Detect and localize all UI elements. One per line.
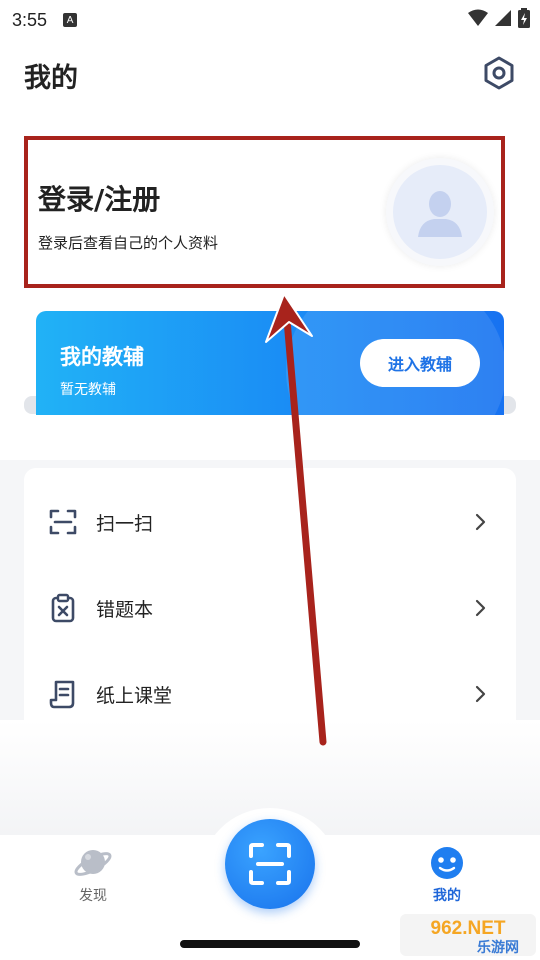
nav-label-mine: 我的 xyxy=(433,888,461,904)
watermark-top-text: 962.NET xyxy=(431,918,506,939)
page-title: 我的 xyxy=(24,63,78,94)
site-watermark: 962.NET 乐游网 xyxy=(400,914,536,956)
tutor-title: 我的教辅 xyxy=(60,345,144,369)
wifi-icon xyxy=(468,9,488,26)
scan-icon xyxy=(49,509,77,535)
chevron-right-icon xyxy=(475,513,486,531)
menu-item-label: 扫一扫 xyxy=(96,512,154,535)
enter-tutor-button[interactable]: 进入教辅 xyxy=(360,339,480,387)
menu-item-label: 错题本 xyxy=(96,598,154,621)
default-user-icon xyxy=(418,191,462,237)
watermark-bottom-text: 乐游网 xyxy=(477,939,519,956)
clipboard-x-icon xyxy=(51,593,75,623)
menu-item-label: 纸上课堂 xyxy=(96,684,173,707)
tutor-subtitle: 暂无教辅 xyxy=(60,382,116,398)
avatar-frame xyxy=(386,158,494,266)
status-icons xyxy=(468,8,530,28)
signal-icon xyxy=(495,10,511,26)
center-scan-button[interactable] xyxy=(225,819,315,909)
avatar[interactable] xyxy=(393,165,487,259)
login-register-card[interactable]: 登录/注册 登录后查看自己的个人资料 xyxy=(24,136,505,288)
login-register-title: 登录/注册 xyxy=(38,183,161,216)
status-time: 3:55 xyxy=(12,9,48,30)
home-indicator xyxy=(180,940,360,948)
battery-icon xyxy=(518,8,530,28)
chevron-right-icon xyxy=(475,599,486,617)
settings-button[interactable] xyxy=(480,54,518,92)
notification-a-icon: A xyxy=(63,13,78,27)
scan-icon xyxy=(249,843,291,885)
menu-item-paper-class[interactable]: 纸上课堂 xyxy=(24,664,516,724)
menu-list: 扫一扫 错题本 纸上课堂 xyxy=(24,468,516,720)
chevron-right-icon xyxy=(475,685,486,703)
my-tutor-card[interactable]: 我的教辅 暂无教辅 进入教辅 xyxy=(36,311,504,415)
settings-icon xyxy=(484,56,514,90)
login-subtitle: 登录后查看自己的个人资料 xyxy=(38,234,219,252)
planet-icon xyxy=(74,850,112,876)
status-bar: 3:55 A xyxy=(0,0,540,40)
document-icon xyxy=(49,680,75,709)
menu-item-wrong-questions[interactable]: 错题本 xyxy=(24,578,516,638)
menu-item-scan[interactable]: 扫一扫 xyxy=(24,492,516,552)
robot-face-icon xyxy=(431,847,463,879)
nav-tab-mine[interactable]: 我的 xyxy=(407,845,487,909)
nav-label-discover: 发现 xyxy=(79,888,107,904)
nav-tab-discover[interactable]: 发现 xyxy=(53,845,133,909)
